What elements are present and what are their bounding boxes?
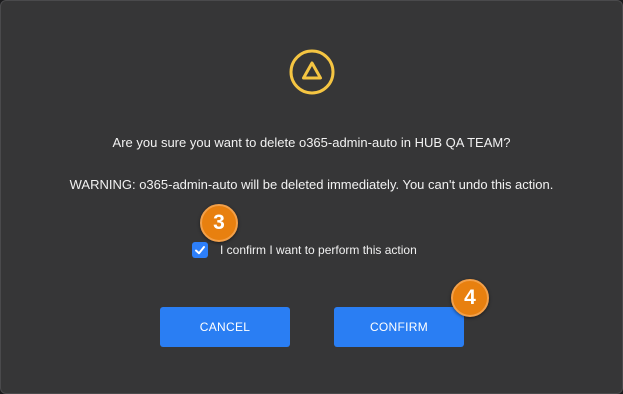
confirm-checkbox-label[interactable]: I confirm I want to perform this action [220,243,417,257]
step-3-badge: 3 [200,204,238,242]
confirm-button[interactable]: CONFIRM [334,307,464,347]
cancel-button[interactable]: CANCEL [160,307,290,347]
warning-triangle-icon [289,49,335,95]
delete-confirmation-dialog: Are you sure you want to delete o365-adm… [0,0,623,394]
checkmark-icon [195,246,205,255]
confirm-checkbox[interactable] [192,242,208,258]
delete-question-text: Are you sure you want to delete o365-adm… [112,135,511,150]
step-4-badge: 4 [451,279,489,317]
delete-warning-text: WARNING: o365-admin-auto will be deleted… [69,177,554,192]
confirm-checkbox-row[interactable]: I confirm I want to perform this action [192,241,417,259]
